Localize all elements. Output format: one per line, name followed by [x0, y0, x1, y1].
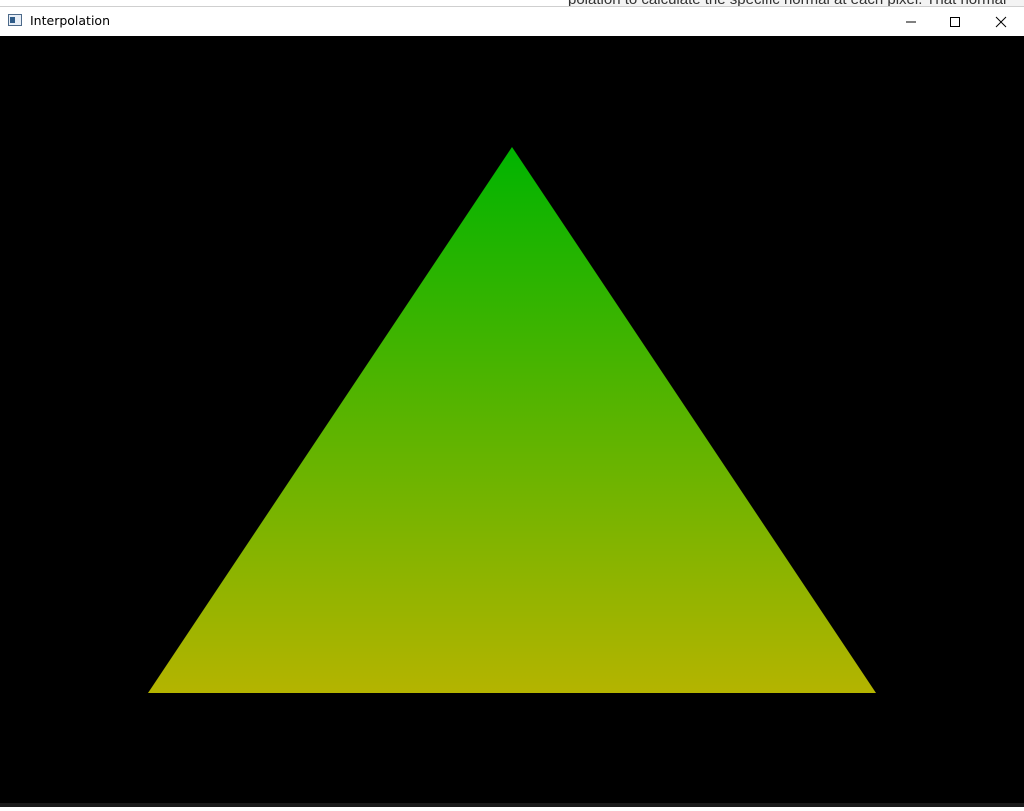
- window-title: Interpolation: [30, 13, 110, 28]
- render-viewport[interactable]: [0, 36, 1024, 807]
- maximize-button[interactable]: [932, 7, 978, 36]
- console-window-icon: [8, 14, 22, 26]
- title-bar[interactable]: Interpolation: [0, 6, 1024, 36]
- minimize-icon: [906, 21, 916, 22]
- close-button[interactable]: [978, 7, 1024, 36]
- interpolation-window: Interpolation: [0, 6, 1024, 807]
- maximize-icon: [950, 16, 960, 27]
- close-icon: [995, 16, 1007, 27]
- render-canvas: [0, 36, 1024, 807]
- taskbar-edge: [0, 803, 1024, 807]
- minimize-button[interactable]: [888, 7, 934, 36]
